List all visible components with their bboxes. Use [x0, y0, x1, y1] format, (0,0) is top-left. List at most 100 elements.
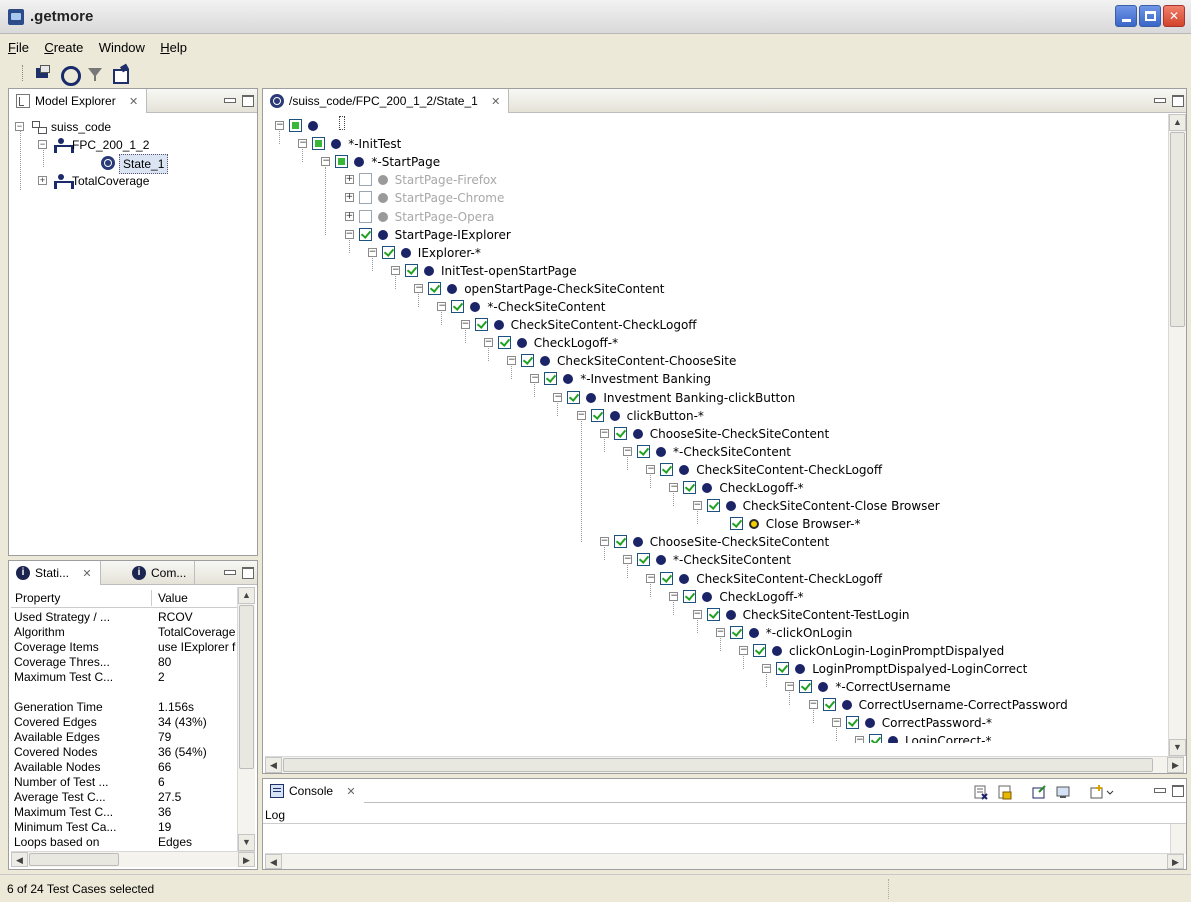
model-icon[interactable]	[34, 65, 52, 82]
node-checkbox[interactable]	[358, 209, 372, 223]
state-tree-node[interactable]: − CorrectUsername-CorrectPassword	[263, 696, 1163, 714]
property-row[interactable]: Covered Edges 34 (43%)	[11, 715, 245, 730]
scroll-right-icon[interactable]: ▶	[1167, 854, 1184, 869]
display-console-icon[interactable]	[1055, 784, 1071, 800]
state-tree-node[interactable]: − CheckSiteContent-Close Browser	[263, 497, 1163, 515]
state-tree-node[interactable]: − InitTest-openStartPage	[263, 262, 1163, 280]
editor-vertical-scrollbar[interactable]: ▲ ▼	[1168, 114, 1186, 756]
editor-horizontal-scrollbar[interactable]: ◀ ▶	[265, 756, 1184, 773]
node-checkbox[interactable]	[869, 734, 882, 743]
state-tree-node[interactable]: + StartPage-Firefox	[263, 171, 1163, 189]
maximize-window-button[interactable]	[1139, 5, 1161, 27]
state-tree-node[interactable]: − *-StartPage	[263, 153, 1163, 171]
state-tree-node[interactable]: Close Browser-*	[263, 515, 1163, 533]
property-row[interactable]: Maximum Test C... 36	[11, 805, 245, 820]
node-checkbox[interactable]	[358, 173, 372, 187]
collapse-icon[interactable]: −	[507, 356, 516, 366]
maximize-pane-icon[interactable]	[1171, 785, 1184, 797]
state-tree-node[interactable]: − ChooseSite-CheckSiteContent	[263, 425, 1163, 443]
property-row[interactable]: Available Nodes 66	[11, 760, 245, 775]
state-tree-node[interactable]: − LoginCorrect-*	[263, 732, 1163, 743]
scroll-down-icon[interactable]: ▼	[1169, 739, 1186, 756]
maximize-pane-icon[interactable]	[241, 567, 254, 579]
scrollbar-thumb[interactable]	[239, 605, 254, 769]
property-row[interactable]: Coverage Items use IExplorer f	[11, 640, 245, 655]
scroll-left-icon[interactable]: ◀	[11, 852, 28, 867]
collapse-icon[interactable]: −	[437, 302, 447, 311]
collapse-icon[interactable]: −	[692, 501, 702, 511]
properties-horizontal-scrollbar[interactable]: ◀ ▶	[11, 851, 255, 867]
close-tab-icon[interactable]: ✕	[491, 96, 500, 108]
state-tree-node[interactable]: − StartPage-IExplorer	[263, 226, 1163, 244]
collapse-icon[interactable]: −	[38, 140, 47, 149]
property-row[interactable]: Algorithm TotalCoverage	[11, 625, 245, 640]
state-tree-node[interactable]: + StartPage-Opera	[263, 208, 1163, 226]
node-checkbox[interactable]	[405, 263, 418, 277]
scrollbar-thumb[interactable]	[1170, 132, 1185, 327]
state-tree-node[interactable]: − CheckSiteContent-CheckLogoff	[263, 316, 1163, 334]
property-row[interactable]: Maximum Test C... 2	[11, 670, 245, 685]
column-header-property[interactable]: Property	[15, 591, 60, 605]
node-checkbox[interactable]	[753, 643, 766, 657]
filter-icon[interactable]	[86, 65, 104, 82]
node-checkbox[interactable]	[428, 281, 442, 295]
state-tree-node[interactable]: − openStartPage-CheckSiteContent	[263, 280, 1163, 298]
state-tree-node[interactable]: − *-Investment Banking	[263, 370, 1163, 388]
node-checkbox[interactable]	[683, 589, 697, 603]
collapse-icon[interactable]: −	[623, 446, 632, 456]
scrollbar-thumb[interactable]	[29, 853, 119, 866]
property-row[interactable]: Minimum Test Ca... 19	[11, 820, 245, 835]
state-tree-node[interactable]: − IExplorer-*	[263, 244, 1163, 262]
node-checkbox[interactable]	[289, 119, 302, 132]
state-tree-node[interactable]: − CheckLogoff-*	[263, 479, 1163, 497]
property-row[interactable]: Available Edges 79	[11, 730, 245, 745]
collapse-icon[interactable]: −	[599, 428, 609, 438]
node-checkbox[interactable]	[660, 571, 674, 585]
state-tree-node[interactable]: − CheckSiteContent-CheckLogoff	[263, 461, 1163, 479]
node-checkbox[interactable]	[706, 499, 720, 513]
node-checkbox[interactable]	[521, 354, 534, 368]
state-tree-node[interactable]: − CheckSiteContent-ChooseSite	[263, 352, 1163, 370]
state-tree-node[interactable]: − CheckLogoff-*	[263, 588, 1163, 606]
console-vertical-scrollbar[interactable]	[1170, 824, 1186, 854]
collapse-icon[interactable]: −	[715, 627, 725, 637]
menu-file[interactable]: File	[0, 36, 35, 55]
collapse-icon[interactable]: −	[367, 247, 377, 257]
collapse-icon[interactable]: −	[646, 464, 656, 474]
collapse-icon[interactable]: −	[576, 410, 586, 420]
column-separator[interactable]	[151, 590, 152, 606]
collapse-icon[interactable]: −	[692, 609, 702, 619]
state-tree-node[interactable]: − Investment Banking-clickButton	[263, 389, 1163, 407]
collapse-icon[interactable]: −	[553, 392, 563, 402]
node-checkbox[interactable]	[567, 390, 581, 404]
pin-console-icon[interactable]	[1031, 784, 1047, 800]
node-checkbox[interactable]	[613, 535, 627, 549]
column-header-value[interactable]: Value	[158, 591, 188, 605]
collapse-icon[interactable]: −	[599, 537, 609, 547]
expand-icon[interactable]: +	[344, 211, 354, 221]
node-checkbox[interactable]	[497, 336, 511, 350]
toolbar-grip[interactable]	[22, 65, 24, 81]
collapse-icon[interactable]: −	[762, 664, 772, 673]
state-tree-node[interactable]: − clickButton-*	[263, 407, 1163, 425]
property-row[interactable]: Coverage Thres... 80	[11, 655, 245, 670]
collapse-icon[interactable]: −	[785, 682, 795, 692]
state-tree-node[interactable]: − CheckSiteContent-CheckLogoff	[263, 570, 1163, 588]
node-checkbox[interactable]	[335, 155, 349, 169]
state-tree-node[interactable]: − CheckSiteContent-TestLogin	[263, 606, 1163, 624]
node-checkbox[interactable]	[544, 372, 558, 386]
expand-icon[interactable]: +	[344, 193, 354, 203]
scrollbar-thumb[interactable]	[283, 758, 1153, 772]
state-tree-node[interactable]: − *-InitTest	[263, 135, 1163, 153]
properties-vertical-scrollbar[interactable]: ▲ ▼	[237, 587, 255, 851]
collapse-icon[interactable]: −	[321, 157, 331, 167]
minimize-pane-icon[interactable]	[1153, 785, 1166, 795]
collapse-icon[interactable]: −	[855, 736, 864, 743]
tab-coverage[interactable]: i Com...	[125, 561, 196, 585]
state-tree-node[interactable]: − *-CorrectUsername	[263, 678, 1163, 696]
clear-console-icon[interactable]	[973, 784, 989, 800]
node-checkbox[interactable]	[845, 716, 859, 730]
node-checkbox[interactable]	[706, 607, 720, 621]
property-row[interactable]: Number of Test ... 6	[11, 775, 245, 790]
scroll-left-icon[interactable]: ◀	[265, 854, 282, 869]
